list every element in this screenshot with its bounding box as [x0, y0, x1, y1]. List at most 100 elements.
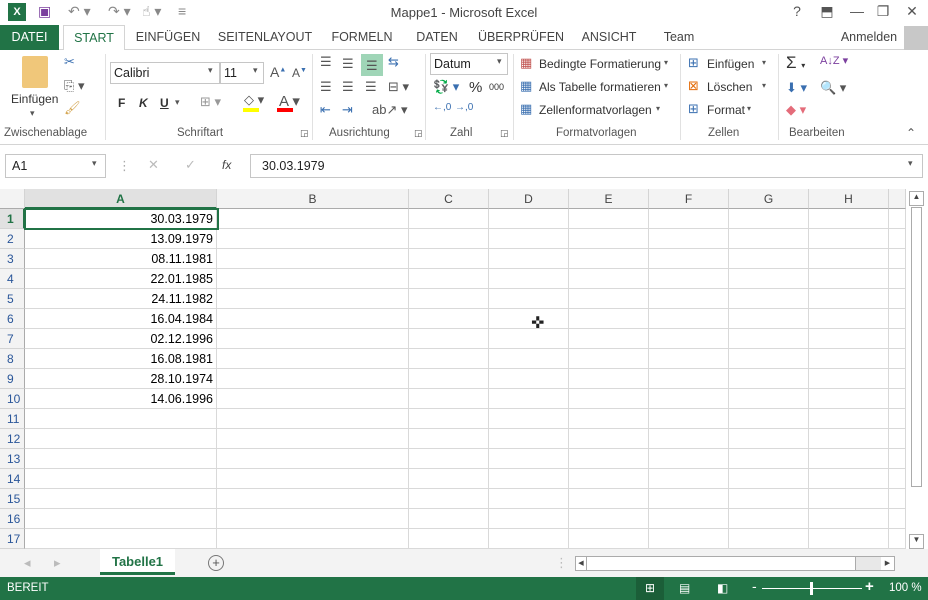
cell[interactable] — [409, 269, 489, 289]
cell[interactable] — [729, 529, 809, 549]
name-box[interactable]: A1 — [5, 154, 106, 178]
cell[interactable] — [569, 229, 649, 249]
cell[interactable] — [889, 449, 906, 469]
cell[interactable] — [889, 249, 906, 269]
cell[interactable] — [569, 409, 649, 429]
column-header[interactable]: C — [409, 189, 489, 209]
cell[interactable]: 24.11.1982 — [25, 289, 217, 309]
cell[interactable] — [889, 429, 906, 449]
cell[interactable] — [889, 529, 906, 549]
sheet-tab-tabelle1[interactable]: Tabelle1 — [100, 549, 175, 575]
clear-icon[interactable]: ◆ ▾ — [786, 102, 806, 118]
splitter-icon[interactable]: ⋮ — [555, 555, 568, 571]
format-painter-icon[interactable]: 🖌 — [64, 100, 81, 116]
cell[interactable] — [217, 309, 409, 329]
cell[interactable] — [25, 429, 217, 449]
tab-seitenlayout[interactable]: SEITENLAYOUT — [214, 25, 316, 50]
row-header[interactable]: 13 — [0, 449, 25, 469]
cell[interactable] — [217, 449, 409, 469]
cell[interactable] — [649, 249, 729, 269]
cell[interactable] — [729, 209, 809, 229]
cell[interactable] — [217, 369, 409, 389]
format-cells-button[interactable]: Format — [707, 103, 745, 117]
row-header[interactable]: 14 — [0, 469, 25, 489]
page-break-view-icon[interactable]: ◧ — [717, 577, 737, 599]
cell[interactable] — [729, 269, 809, 289]
zoom-in-button[interactable]: + — [865, 578, 874, 595]
column-header[interactable]: D — [489, 189, 569, 209]
cell[interactable] — [809, 269, 889, 289]
cell[interactable]: 02.12.1996 — [25, 329, 217, 349]
insert-function-button[interactable]: fx — [222, 158, 231, 172]
row-header[interactable]: 10 — [0, 389, 25, 409]
cell[interactable] — [889, 289, 906, 309]
cell-styles-button[interactable]: Zellenformatvorlagen — [539, 103, 652, 117]
cell[interactable] — [649, 269, 729, 289]
cell[interactable] — [409, 509, 489, 529]
cell[interactable] — [649, 389, 729, 409]
prev-sheet-icon[interactable]: ◂ — [24, 555, 31, 571]
scroll-down-icon[interactable]: ▼ — [909, 534, 924, 549]
cell[interactable] — [649, 349, 729, 369]
cell[interactable] — [569, 289, 649, 309]
column-header[interactable]: B — [217, 189, 409, 209]
cell[interactable] — [489, 289, 569, 309]
cell[interactable] — [649, 229, 729, 249]
cell[interactable] — [809, 309, 889, 329]
scroll-up-icon[interactable]: ▲ — [909, 191, 924, 206]
tab-start[interactable]: START — [63, 25, 125, 51]
copy-icon[interactable]: ⎘ ▾ — [64, 78, 85, 94]
row-header[interactable]: 15 — [0, 489, 25, 509]
column-header[interactable]: A — [25, 189, 217, 209]
cell[interactable]: 13.09.1979 — [25, 229, 217, 249]
orientation-icon[interactable]: ab↗ ▾ — [372, 102, 408, 118]
tab-ueberpruefen[interactable]: ÜBERPRÜFEN — [476, 25, 566, 50]
cell[interactable] — [729, 229, 809, 249]
row-header[interactable]: 12 — [0, 429, 25, 449]
row-header[interactable]: 2 — [0, 229, 25, 249]
sort-filter-icon[interactable]: A↓Z ▾ — [820, 54, 848, 67]
zoom-out-button[interactable]: - — [752, 578, 757, 594]
increase-indent-icon[interactable]: ⇥ — [342, 102, 353, 118]
paste-button[interactable]: Einfügen — [11, 92, 58, 106]
grow-font-icon[interactable]: A▲ — [270, 64, 286, 80]
cell[interactable] — [409, 389, 489, 409]
cell[interactable] — [729, 449, 809, 469]
cell[interactable] — [729, 369, 809, 389]
cell[interactable] — [569, 329, 649, 349]
cell[interactable] — [489, 449, 569, 469]
cell[interactable]: 28.10.1974 — [25, 369, 217, 389]
merge-center-icon[interactable]: ⊟ ▾ — [388, 79, 409, 95]
tab-daten[interactable]: DATEN — [408, 25, 466, 50]
cell[interactable] — [649, 489, 729, 509]
sign-in-link[interactable]: Anmelden — [836, 25, 902, 50]
cell[interactable] — [889, 269, 906, 289]
cell[interactable] — [809, 429, 889, 449]
row-header[interactable]: 1 — [0, 209, 25, 229]
cell[interactable] — [569, 509, 649, 529]
cell[interactable] — [889, 509, 906, 529]
cell[interactable] — [569, 209, 649, 229]
row-header[interactable]: 9 — [0, 369, 25, 389]
cell[interactable] — [409, 409, 489, 429]
cell[interactable] — [809, 469, 889, 489]
cell[interactable] — [489, 329, 569, 349]
autosum-icon[interactable]: Σ ▾ — [786, 53, 805, 73]
fill-color-icon[interactable]: ◇ ▾ — [244, 92, 264, 108]
cell[interactable] — [809, 369, 889, 389]
cell[interactable] — [809, 329, 889, 349]
italic-button[interactable]: K — [139, 96, 148, 110]
cell[interactable] — [217, 409, 409, 429]
scroll-right-icon[interactable]: ▶ — [881, 557, 894, 570]
cell[interactable] — [809, 349, 889, 369]
fill-icon[interactable]: ⬇ ▾ — [786, 80, 807, 96]
row-header[interactable]: 4 — [0, 269, 25, 289]
cell[interactable] — [889, 489, 906, 509]
cell[interactable] — [217, 389, 409, 409]
cell[interactable] — [649, 369, 729, 389]
cell[interactable] — [25, 509, 217, 529]
find-select-icon[interactable]: 🔍 ▾ — [820, 80, 846, 96]
cell[interactable] — [409, 249, 489, 269]
cell[interactable] — [569, 309, 649, 329]
cell[interactable] — [409, 229, 489, 249]
